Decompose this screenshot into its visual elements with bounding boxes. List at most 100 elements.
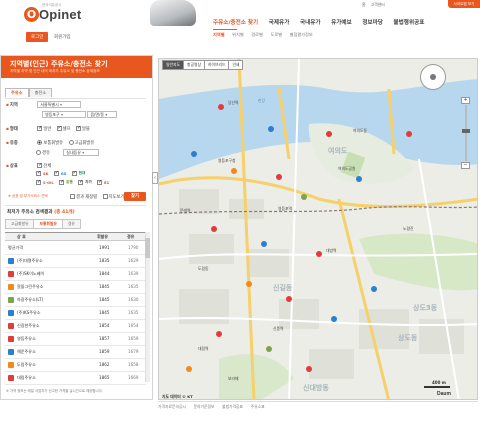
- table-row[interactable]: (주)대명주유소 1835 1629: [5, 255, 146, 268]
- checkbox-brand-all[interactable]: [37, 162, 43, 168]
- search-button[interactable]: 찾기: [124, 192, 146, 201]
- opt-self: 셀프: [62, 127, 71, 132]
- opt-resort: 결과 재정렬: [76, 195, 98, 200]
- table-row[interactable]: 대림주유소 1865 1669: [5, 372, 146, 385]
- station-name[interactable]: 해운주유소: [17, 349, 36, 355]
- station-name[interactable]: 신광한주유소: [17, 323, 40, 329]
- map-view[interactable]: [158, 58, 478, 400]
- tab-charging-station[interactable]: 충전소: [28, 88, 53, 97]
- checkbox-brand-self[interactable]: [78, 179, 83, 185]
- station-name[interactable]: 대림주유소: [17, 375, 36, 381]
- result-tab-gasoline[interactable]: 보통휘발유: [33, 219, 63, 229]
- opt-general: 일반: [43, 127, 52, 132]
- gnb-station-search[interactable]: 주유소/충전소 찾기: [213, 18, 258, 26]
- tab-gas-station[interactable]: 주유소: [5, 88, 29, 97]
- map-tab-satellite[interactable]: 항공영상: [182, 60, 205, 70]
- gnb-domestic-oil[interactable]: 국내유가: [300, 18, 321, 26]
- checkbox-resort[interactable]: [70, 194, 75, 199]
- kerosene-select[interactable]: 실내등유: [63, 149, 100, 156]
- checkbox-general[interactable]: [37, 125, 43, 131]
- gasoline-price: 1991: [99, 245, 110, 250]
- table-row[interactable]: 신광한주유소 1854 1654: [5, 320, 146, 333]
- table-row[interactable]: 해운주유소 1859 1679: [5, 346, 146, 359]
- footer-link[interactable]: 가격자료문의공시: [158, 404, 186, 409]
- lnb-region[interactable]: 지역별: [213, 32, 225, 38]
- checkbox-brand-e1[interactable]: [97, 179, 102, 185]
- diesel-price: 1669: [128, 375, 139, 380]
- station-name[interactable]: 하광주유소(LT): [17, 297, 43, 303]
- table-row[interactable]: 알뜰그린주유소 1845 1635: [5, 281, 146, 294]
- station-name[interactable]: 영등주유소: [17, 336, 36, 342]
- lnb-rating[interactable]: 별점평가정보: [290, 32, 313, 38]
- col-diesel[interactable]: 경유: [127, 234, 134, 240]
- lnb-road[interactable]: 도로별: [270, 32, 282, 38]
- radio-diesel[interactable]: [36, 150, 41, 155]
- gnb-intl-oil[interactable]: 국제유가: [269, 18, 290, 26]
- checkbox-brand-sk[interactable]: [36, 170, 41, 176]
- map-scale-bar: [424, 386, 450, 388]
- lnb-location[interactable]: 위치별: [232, 32, 244, 38]
- checkbox-altteul[interactable]: [75, 125, 81, 131]
- radio-gasoline[interactable]: [37, 140, 43, 145]
- map-tab-print[interactable]: 인쇄: [228, 60, 244, 70]
- join-link[interactable]: 회원가입: [50, 32, 75, 42]
- opt-premium: 고급휘발유: [74, 141, 95, 146]
- lnb-route[interactable]: 경로별: [251, 32, 263, 38]
- gnb-illegal[interactable]: 불법행위공표: [394, 18, 425, 26]
- map-tab-normal[interactable]: 일반지도: [162, 60, 184, 70]
- station-name[interactable]: (주)SK이노베이: [17, 271, 44, 277]
- table-row[interactable]: (주)SK이노베이 1844 1639: [5, 268, 146, 281]
- gasoline-price: 1859: [99, 349, 110, 354]
- table-row[interactable]: 하광주유소(LT) 1845 1630: [5, 294, 146, 307]
- result-scroll-thumb[interactable]: [145, 238, 150, 258]
- city-select[interactable]: 서울특별시: [37, 101, 82, 108]
- footer-link[interactable]: 주유소표: [251, 404, 265, 409]
- gnb-info[interactable]: 정보마당: [362, 18, 383, 26]
- station-name[interactable]: 알뜰그린주유소: [17, 284, 43, 290]
- brand-sk-logo: SK: [43, 171, 49, 176]
- checkbox-mapview[interactable]: [102, 194, 108, 199]
- gnb-forecast[interactable]: 유가예보: [331, 18, 352, 26]
- station-type-tabs: 주유소 충전소: [5, 88, 53, 97]
- diesel-price: 1790: [128, 245, 139, 250]
- result-tabs: 고급휘발유 보통휘발유 경유: [5, 219, 81, 229]
- zoom-out-button[interactable]: −: [461, 162, 470, 169]
- district-select[interactable]: 영등포구: [42, 111, 86, 118]
- checkbox-self[interactable]: [56, 125, 62, 131]
- home-link[interactable]: 홈: [362, 2, 366, 7]
- radio-premium[interactable]: [68, 140, 74, 145]
- result-tab-diesel[interactable]: 경유: [61, 219, 81, 229]
- brand-gs-logo: GS: [60, 171, 67, 176]
- sitemap-button[interactable]: 사이트맵 보기: [448, 0, 480, 8]
- table-row[interactable]: (주)KS주유소 1845 1635: [5, 307, 146, 320]
- zoom-in-button[interactable]: +: [461, 97, 470, 104]
- col-gasoline[interactable]: 휘발유: [97, 234, 108, 240]
- checkbox-brand-gs[interactable]: [53, 170, 59, 176]
- checkbox-brand-altteul[interactable]: [59, 179, 64, 185]
- result-table-header: 상 호 휘발유 경유: [5, 232, 146, 241]
- checkbox-brand-hd[interactable]: [71, 170, 77, 176]
- fuel-type-row: 유종 보통휘발유 고급휘발유: [6, 140, 98, 146]
- dong-select[interactable]: 읍/면/동: [87, 111, 118, 118]
- checkbox-brand-soil[interactable]: [36, 179, 41, 185]
- table-row[interactable]: 도림주유소 1862 1658: [5, 359, 146, 372]
- footer-link[interactable]: 불법가격공표: [222, 404, 243, 409]
- table-row[interactable]: 영등주유소 1857 1659: [5, 333, 146, 346]
- brand-icon: [8, 310, 14, 316]
- station-name[interactable]: 도림주유소: [17, 362, 36, 368]
- map-tab-hybrid[interactable]: 하이브리드: [203, 60, 230, 70]
- collapse-panel-toggle[interactable]: ‹: [152, 172, 158, 184]
- result-tab-premium[interactable]: 고급휘발유: [5, 219, 35, 229]
- zoom-slider-knob[interactable]: [461, 129, 470, 133]
- zoom-slider[interactable]: [461, 105, 470, 161]
- station-name[interactable]: (주)KS주유소: [17, 310, 41, 316]
- login-button[interactable]: 로그인: [26, 32, 49, 42]
- footer-link[interactable]: 문의기준정보: [194, 404, 215, 409]
- brand-icon: [8, 271, 14, 277]
- diesel-price: 1639: [128, 271, 139, 276]
- col-name[interactable]: 상 호: [17, 234, 26, 240]
- station-name[interactable]: (주)대명주유소: [17, 258, 43, 264]
- local-nav: 지역별 위치별 경로별 도로별 별점평가정보: [213, 32, 319, 38]
- logo[interactable]: 한국석유공사 O Opinet: [24, 3, 84, 27]
- customer-link[interactable]: 고객센터: [371, 2, 385, 7]
